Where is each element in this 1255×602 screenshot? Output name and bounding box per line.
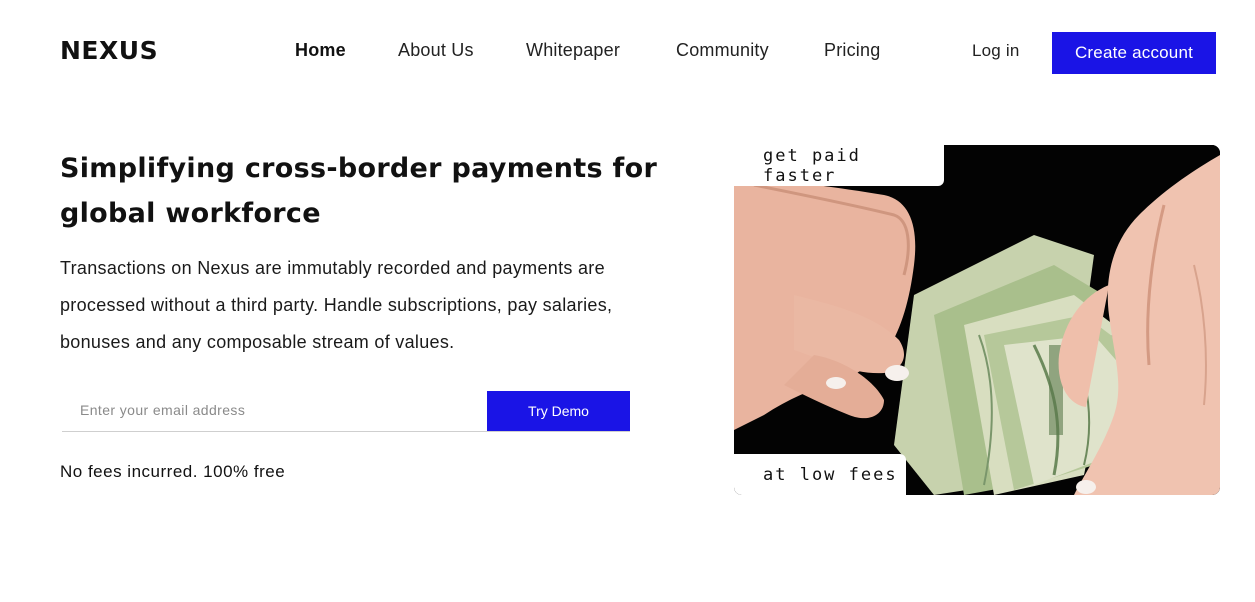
- create-account-button[interactable]: Create account: [1052, 32, 1216, 74]
- tag-get-paid-faster: get paid faster: [734, 145, 944, 186]
- logo[interactable]: NEXUS: [60, 36, 158, 65]
- money-hands-illustration: 20: [734, 145, 1220, 495]
- fee-note: No fees incurred. 100% free: [60, 462, 286, 481]
- nav-about-us[interactable]: About Us: [398, 40, 474, 61]
- hero-subtext: Transactions on Nexus are immutably reco…: [60, 258, 613, 352]
- login-link[interactable]: Log in: [972, 41, 1020, 61]
- nav-home[interactable]: Home: [295, 40, 346, 61]
- nav-whitepaper[interactable]: Whitepaper: [526, 40, 620, 61]
- email-input[interactable]: [62, 390, 487, 430]
- hero-photo: 20: [734, 145, 1220, 495]
- try-demo-button[interactable]: Try Demo: [487, 391, 630, 431]
- hero-headline: Simplifying cross-border payments for gl…: [60, 153, 658, 229]
- nav-community[interactable]: Community: [676, 40, 769, 61]
- email-signup-form: Try Demo: [62, 390, 630, 432]
- tag-low-fees: at low fees: [734, 454, 906, 495]
- nav-pricing[interactable]: Pricing: [824, 40, 880, 61]
- landing-page: NEXUS Home About Us Whitepaper Community…: [0, 0, 1255, 602]
